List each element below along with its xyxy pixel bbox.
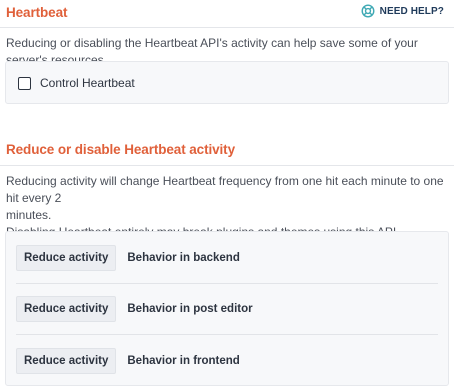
row-divider [16,334,438,335]
behavior-row-backend: Reduce activity Behavior in backend [16,244,438,272]
control-heartbeat-checkbox[interactable] [18,76,31,90]
reduce-activity-title: Reduce or disable Heartbeat activity [6,142,235,157]
post-editor-behavior-label: Behavior in post editor [127,303,253,315]
reduce-activity-header: Reduce or disable Heartbeat activity [0,137,454,166]
backend-behavior-label: Behavior in backend [127,252,240,264]
heartbeat-header: Heartbeat NEED HELP? [0,0,454,28]
heartbeat-settings-page: Heartbeat NEED HELP? Reducing or disabli… [0,0,454,391]
frontend-behavior-select[interactable]: Reduce activity [16,348,117,374]
need-help-label: NEED HELP? [379,5,444,17]
control-heartbeat-card: Control Heartbeat [5,61,449,104]
post-editor-behavior-select[interactable]: Reduce activity [16,296,117,322]
behavior-row-frontend: Reduce activity Behavior in frontend [16,347,438,375]
frontend-behavior-label: Behavior in frontend [127,355,240,367]
lifebuoy-icon [361,4,375,18]
backend-behavior-select[interactable]: Reduce activity [16,245,117,271]
heartbeat-title: Heartbeat [6,5,68,20]
reduce-description-line-1: Reducing activity will change Heartbeat … [6,174,444,205]
control-heartbeat-label: Control Heartbeat [40,76,135,90]
row-divider [16,283,438,284]
control-heartbeat-option[interactable]: Control Heartbeat [18,76,135,90]
reduce-description-line-2: minutes. [6,208,52,222]
behavior-row-post-editor: Reduce activity Behavior in post editor [16,295,438,323]
need-help-link[interactable]: NEED HELP? [361,4,444,18]
behavior-settings-card: Reduce activity Behavior in backend Redu… [5,231,449,386]
